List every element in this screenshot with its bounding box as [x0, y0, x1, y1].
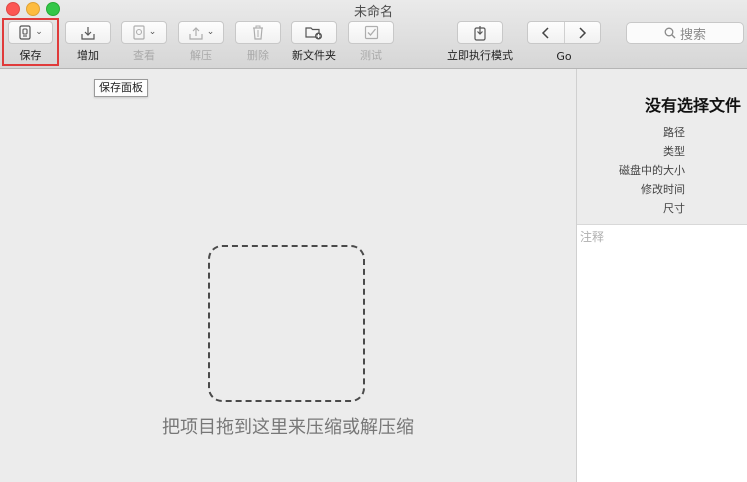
save-label: 保存	[19, 49, 42, 62]
delete-label: 删除	[247, 49, 269, 62]
save-toolbar-item[interactable]: ⌄ 保存	[8, 21, 53, 63]
window-title: 未命名	[353, 5, 393, 20]
inspector-title: 没有选择文件	[644, 96, 741, 115]
search-placeholder[interactable]: 搜索	[680, 24, 706, 43]
drop-zone-box[interactable]	[208, 245, 365, 402]
extract-button[interactable]: ⌄	[178, 21, 224, 44]
add-tray-icon	[81, 26, 95, 40]
property-size-on-disk-label: 磁盘中的大小	[619, 164, 685, 177]
extract-tray-icon	[189, 26, 203, 40]
chevron-down-icon: ⌄	[206, 27, 215, 37]
archive-save-icon	[19, 25, 31, 40]
add-label: 增加	[77, 49, 99, 62]
notes-placeholder: 注释	[580, 230, 605, 244]
save-button[interactable]: ⌄	[8, 21, 53, 44]
navigation-group	[527, 21, 601, 44]
drop-instruction: 把项目拖到这里来压缩或解压缩	[162, 417, 414, 438]
window-toolbar: 未命名 ⌄ 保存 增加 ⌄ 查看 ⌄ 解压 删除 新文件夹 测试 立即执行模式 …	[0, 0, 747, 69]
trash-icon	[253, 25, 263, 40]
delete-button[interactable]	[235, 21, 281, 44]
property-path-label: 路径	[663, 126, 685, 139]
search-field[interactable]: 搜索	[626, 22, 744, 44]
search-icon	[664, 27, 676, 39]
view-button[interactable]: ⌄	[121, 21, 167, 44]
drop-area[interactable]: 把项目拖到这里来压缩或解压缩	[0, 69, 576, 482]
inspector-panel: 没有选择文件 路径 类型 磁盘中的大小 修改时间 尺寸 注释	[576, 69, 747, 482]
new-folder-toolbar-item[interactable]: 新文件夹	[291, 21, 337, 63]
immediate-mode-label: 立即执行模式	[447, 49, 513, 62]
add-button[interactable]	[65, 21, 111, 44]
new-folder-button[interactable]	[291, 21, 337, 44]
view-toolbar-item[interactable]: ⌄ 查看	[121, 21, 167, 63]
test-label: 测试	[360, 49, 382, 62]
test-toolbar-item[interactable]: 测试	[348, 21, 394, 63]
chevron-down-icon: ⌄	[35, 27, 43, 37]
property-modified-label: 修改时间	[641, 183, 685, 196]
delete-toolbar-item[interactable]: 删除	[235, 21, 281, 63]
view-label: 查看	[133, 49, 155, 62]
save-tooltip: 保存面板	[94, 79, 148, 97]
forward-button[interactable]	[563, 22, 601, 43]
back-button[interactable]	[528, 22, 564, 43]
property-dimensions-label: 尺寸	[663, 202, 685, 215]
property-type-label: 类型	[663, 145, 685, 158]
chevron-right-icon	[579, 26, 587, 39]
immediate-mode-button[interactable]	[457, 21, 503, 44]
new-folder-icon	[305, 27, 322, 40]
immediate-mode-toolbar-item[interactable]: 立即执行模式	[447, 21, 513, 63]
checkbox-icon	[364, 25, 378, 40]
go-label: Go	[556, 50, 572, 63]
test-button[interactable]	[348, 21, 394, 44]
extract-toolbar-item[interactable]: ⌄ 解压	[178, 21, 224, 63]
immediate-mode-icon	[474, 25, 486, 41]
quicklook-icon	[133, 25, 145, 40]
new-folder-label: 新文件夹	[292, 49, 336, 62]
extract-label: 解压	[190, 49, 212, 62]
chevron-left-icon	[541, 26, 549, 39]
add-toolbar-item[interactable]: 增加	[65, 21, 111, 63]
notes-field[interactable]: 注释	[577, 224, 747, 482]
chevron-down-icon: ⌄	[148, 27, 157, 37]
